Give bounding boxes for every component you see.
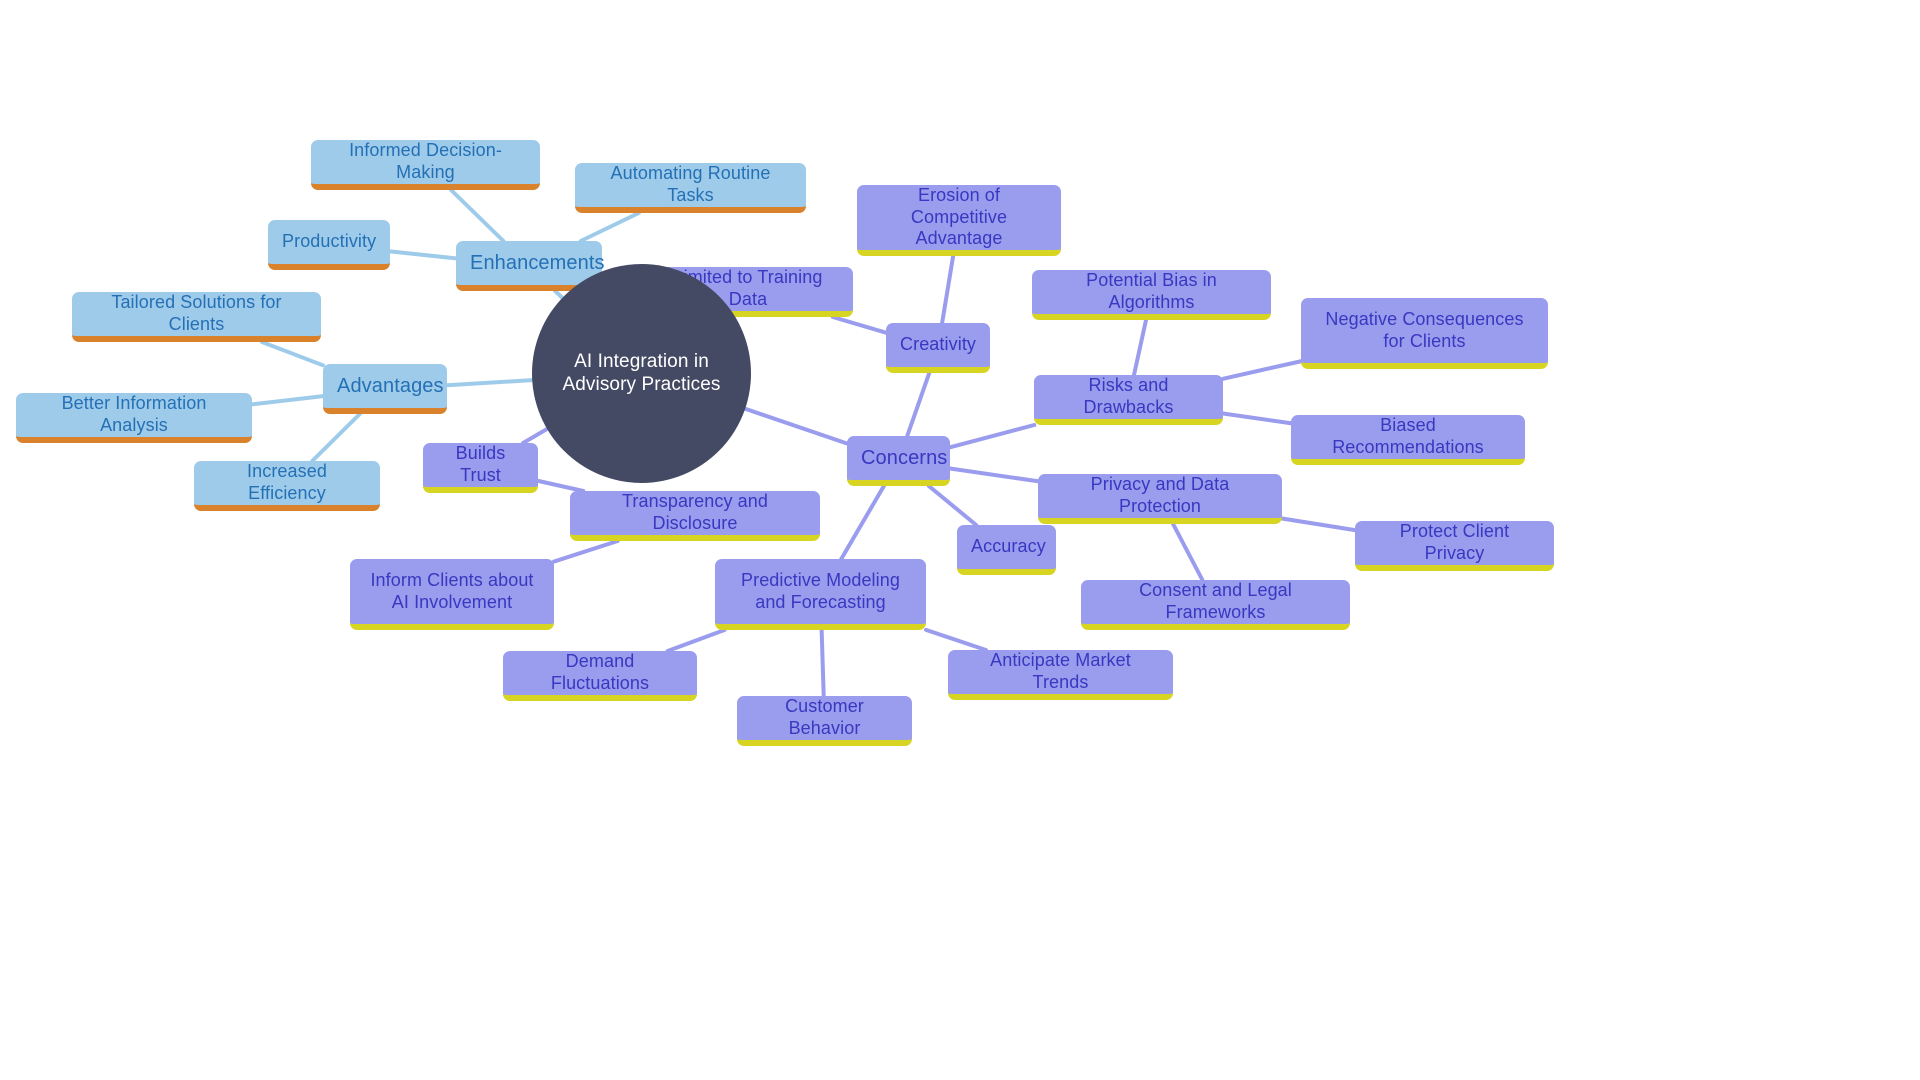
node-demand-fluctuations[interactable]: Demand Fluctuations: [503, 651, 697, 701]
edge-privacy-data-protection-to-protect-client-privacy: [1280, 516, 1357, 533]
root-node-label: AI Integration in Advisory Practices: [562, 350, 721, 395]
node-consent-legal[interactable]: Consent and Legal Frameworks: [1081, 580, 1350, 630]
node-accuracy[interactable]: Accuracy: [957, 525, 1056, 575]
node-label-demand-fluctuations: Demand Fluctuations: [550, 651, 650, 693]
node-automating-routine[interactable]: Automating Routine Tasks: [575, 163, 806, 213]
node-label-negative-consequences: Negative Consequences for Clients: [1325, 308, 1524, 351]
node-concerns[interactable]: Concerns: [847, 436, 950, 486]
edge-predictive-modeling-to-anticipate-market: [924, 627, 988, 652]
node-label-tailored-solutions: Tailored Solutions for Clients: [111, 292, 282, 334]
node-label-erosion-competitive: Erosion of Competitive Advantage: [910, 185, 1008, 249]
node-label-increased-efficiency: Increased Efficiency: [247, 461, 327, 503]
edge-limited-training-data-to-creativity: [830, 315, 888, 335]
node-advantages[interactable]: Advantages: [323, 364, 447, 414]
node-anticipate-market[interactable]: Anticipate Market Trends: [948, 650, 1173, 700]
node-label-accuracy: Accuracy: [971, 536, 1046, 557]
node-increased-efficiency[interactable]: Increased Efficiency: [194, 461, 380, 511]
node-label-consent-legal: Consent and Legal Frameworks: [1139, 580, 1292, 622]
node-label-automating-routine: Automating Routine Tasks: [610, 163, 771, 205]
node-label-informed-decision: Informed Decision-Making: [349, 140, 502, 182]
node-potential-bias[interactable]: Potential Bias in Algorithms: [1032, 270, 1271, 320]
edge-predictive-modeling-to-demand-fluctuations: [665, 628, 727, 653]
node-biased-recommendations[interactable]: Biased Recommendations: [1291, 415, 1525, 465]
node-better-info-analysis[interactable]: Better Information Analysis: [16, 393, 252, 443]
node-customer-behavior[interactable]: Customer Behavior: [737, 696, 912, 746]
node-creativity[interactable]: Creativity: [886, 323, 990, 373]
node-label-advantages: Advantages: [337, 375, 444, 397]
edge-root-to-advantages: [445, 378, 535, 388]
edge-concerns-to-predictive-modeling: [839, 484, 886, 561]
node-privacy-data-protection[interactable]: Privacy and Data Protection: [1038, 474, 1282, 524]
edge-creativity-to-erosion-competitive: [940, 254, 956, 325]
edge-risks-drawbacks-to-potential-bias: [1131, 318, 1149, 377]
node-label-transparency-disclosure: Transparency and Disclosure: [621, 491, 768, 533]
node-transparency-disclosure[interactable]: Transparency and Disclosure: [570, 491, 820, 541]
edge-concerns-to-privacy-data-protection: [948, 466, 1040, 484]
node-risks-drawbacks[interactable]: Risks and Drawbacks: [1034, 375, 1223, 425]
edge-root-to-builds-trust: [521, 426, 550, 445]
mindmap-canvas: AI Integration in Advisory Practices Enha…: [0, 0, 1920, 1080]
node-label-better-info-analysis: Better Information Analysis: [61, 393, 207, 435]
node-predictive-modeling[interactable]: Predictive Modeling and Forecasting: [715, 559, 926, 630]
edge-enhancements-to-automating-routine: [578, 211, 641, 243]
node-label-potential-bias: Potential Bias in Algorithms: [1086, 270, 1217, 312]
edge-builds-trust-to-transparency-disclosure: [536, 478, 586, 493]
node-label-biased-recommendations: Biased Recommendations: [1332, 415, 1484, 457]
node-label-risks-drawbacks: Risks and Drawbacks: [1083, 375, 1174, 417]
node-label-enhancements: Enhancements: [470, 252, 605, 274]
edge-root-to-enhancements: [553, 289, 565, 300]
node-erosion-competitive[interactable]: Erosion of Competitive Advantage: [857, 185, 1061, 256]
node-label-anticipate-market: Anticipate Market Trends: [990, 650, 1131, 692]
node-label-productivity: Productivity: [282, 231, 377, 252]
node-label-concerns: Concerns: [861, 447, 948, 469]
node-negative-consequences[interactable]: Negative Consequences for Clients: [1301, 298, 1548, 369]
node-label-creativity: Creativity: [900, 334, 977, 355]
node-label-protect-client-privacy: Protect Client Privacy: [1399, 521, 1510, 563]
edge-predictive-modeling-to-customer-behavior: [819, 628, 826, 698]
node-protect-client-privacy[interactable]: Protect Client Privacy: [1355, 521, 1554, 571]
edge-enhancements-to-productivity: [388, 249, 458, 261]
edge-creativity-to-concerns: [905, 371, 932, 438]
node-label-inform-clients: Inform Clients about AI Involvement: [370, 569, 534, 612]
node-builds-trust[interactable]: Builds Trust: [423, 443, 538, 493]
edge-risks-drawbacks-to-negative-consequences: [1221, 359, 1303, 381]
edge-concerns-to-accuracy: [926, 484, 979, 527]
edge-root-to-concerns: [743, 406, 849, 446]
edge-privacy-data-protection-to-consent-legal: [1171, 522, 1205, 582]
edge-enhancements-to-informed-decision: [449, 188, 506, 243]
node-productivity[interactable]: Productivity: [268, 220, 390, 270]
node-label-predictive-modeling: Predictive Modeling and Forecasting: [741, 569, 900, 612]
node-informed-decision[interactable]: Informed Decision-Making: [311, 140, 540, 190]
node-label-builds-trust: Builds Trust: [455, 443, 506, 485]
edge-concerns-to-risks-drawbacks: [948, 423, 1037, 450]
node-inform-clients[interactable]: Inform Clients about AI Involvement: [350, 559, 554, 630]
edge-transparency-disclosure-to-inform-clients: [552, 539, 620, 564]
root-node[interactable]: AI Integration in Advisory Practices: [532, 264, 751, 483]
edge-risks-drawbacks-to-biased-recommendations: [1221, 411, 1293, 426]
node-label-customer-behavior: Customer Behavior: [785, 696, 864, 738]
edge-advantages-to-better-info-analysis: [250, 394, 325, 407]
node-label-privacy-data-protection: Privacy and Data Protection: [1090, 474, 1230, 516]
edge-advantages-to-increased-efficiency: [310, 412, 362, 463]
node-tailored-solutions[interactable]: Tailored Solutions for Clients: [72, 292, 321, 342]
edge-advantages-to-tailored-solutions: [259, 340, 325, 368]
